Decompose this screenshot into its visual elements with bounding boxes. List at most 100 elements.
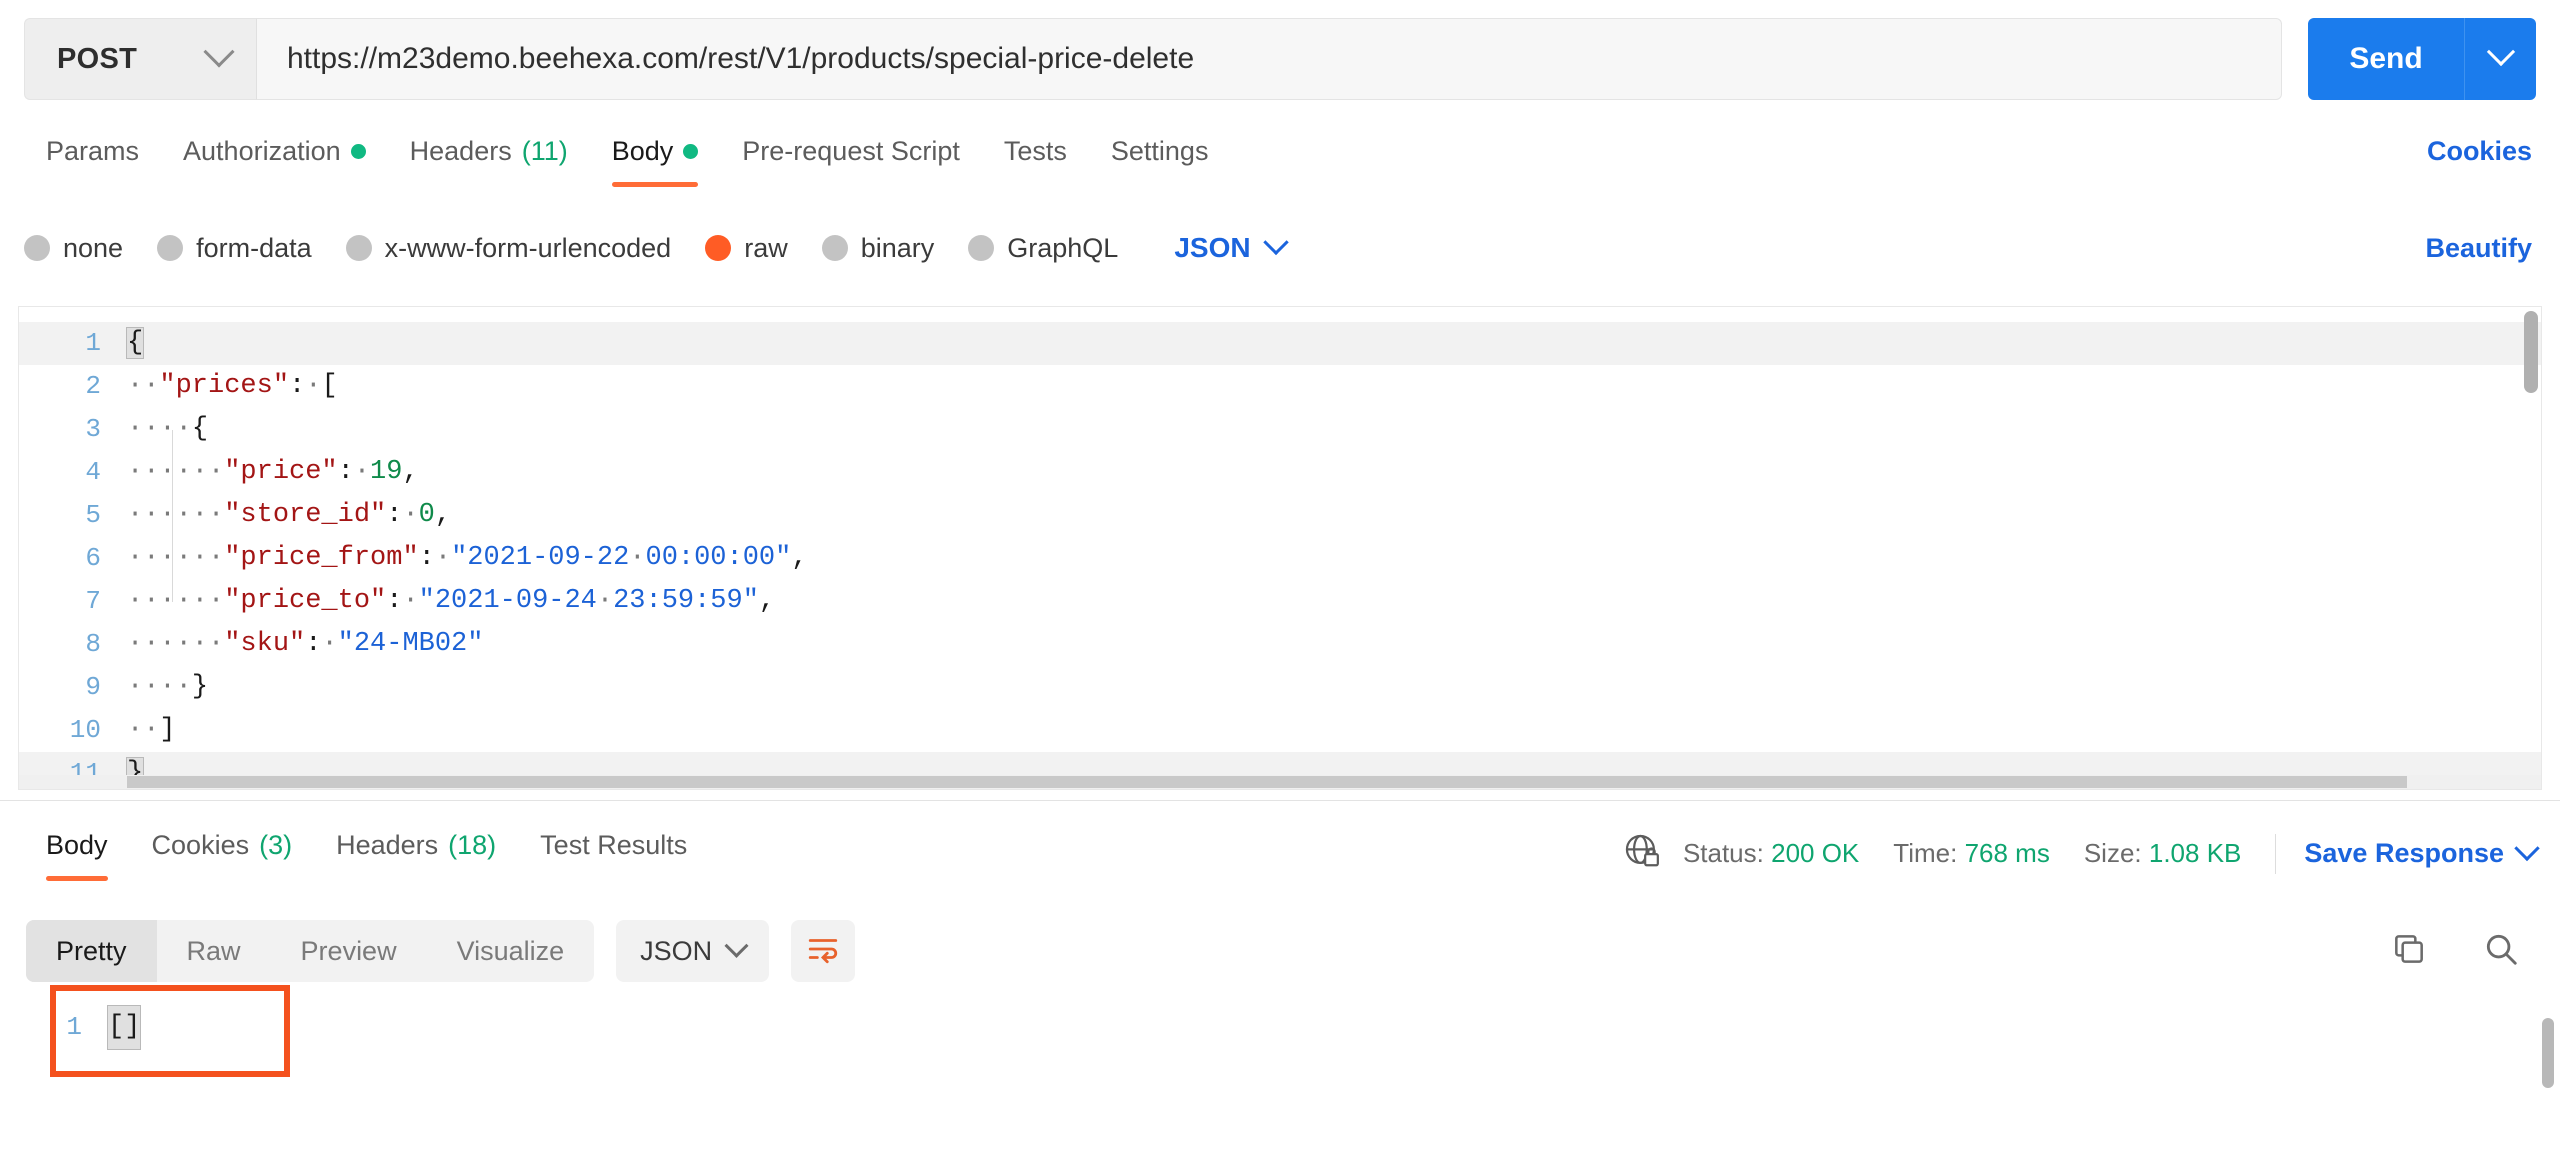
cookies-link[interactable]: Cookies: [2423, 118, 2536, 185]
status-text: Status: 200 OK: [1683, 838, 1859, 869]
line-number: 6: [85, 543, 101, 573]
chevron-down-icon: [2486, 37, 2515, 67]
body-type-x-www-form-urlencoded[interactable]: x-www-form-urlencoded: [345, 232, 672, 264]
send-options-button[interactable]: [2464, 18, 2536, 100]
status-label: Status:: [1682, 838, 1764, 868]
body-type-label: x-www-form-urlencoded: [384, 232, 672, 263]
body-type-row: none form-data x-www-form-urlencoded raw…: [0, 202, 2560, 294]
response-format-select[interactable]: JSON: [616, 920, 770, 982]
raw-format-select[interactable]: JSON: [1174, 229, 1289, 264]
tab-count: (3): [259, 830, 293, 860]
response-tab-headers[interactable]: Headers (18): [314, 812, 518, 887]
code-line[interactable]: 6 ······"price_from":·"2021-09-22·00:00:…: [19, 537, 2541, 580]
save-response-button[interactable]: Save Response: [2304, 835, 2540, 869]
time-text: Time: 768 ms: [1893, 838, 2050, 869]
radio-icon: [345, 235, 372, 261]
status-value: 200 OK: [1771, 838, 1860, 868]
response-tabs: Body Cookies (3) Headers (18) Test Resul…: [0, 812, 2560, 898]
response-status-group: Status: 200 OK Time: 768 ms Size: 1.08 K…: [1623, 812, 2540, 875]
code-line[interactable]: 9 ····}: [19, 666, 2541, 709]
tab-label: Body: [46, 830, 108, 860]
tab-label: Params: [46, 136, 140, 166]
body-type-binary[interactable]: binary: [821, 233, 934, 264]
tab-tests[interactable]: Tests: [982, 118, 1089, 193]
body-type-form-data[interactable]: form-data: [157, 233, 312, 264]
tab-label: Headers: [336, 830, 439, 860]
request-url-input[interactable]: https://m23demo.beehexa.com/rest/V1/prod…: [256, 18, 2282, 100]
tab-headers[interactable]: Headers (11): [388, 118, 590, 193]
line-content: ··]: [127, 715, 176, 745]
body-type-none[interactable]: none: [24, 233, 123, 264]
view-mode-preview[interactable]: Preview: [271, 920, 427, 982]
panel-divider: [0, 800, 2560, 801]
status-dot-icon: [350, 144, 366, 159]
send-button[interactable]: Send: [2308, 18, 2464, 100]
word-wrap-button[interactable]: [791, 920, 856, 982]
body-type-graphql[interactable]: GraphQL: [968, 233, 1118, 264]
body-type-raw[interactable]: raw: [705, 233, 788, 264]
code-line[interactable]: 7 ······"price_to":·"2021-09-24·23:59:59…: [19, 580, 2541, 623]
tab-body[interactable]: Body: [590, 118, 721, 193]
status-dot-icon: [683, 144, 699, 159]
request-body-editor[interactable]: 1 { 2 ··"prices":·[ 3 ····{ 4 ······"pri…: [18, 306, 2542, 790]
send-button-group: Send: [2308, 18, 2536, 100]
request-url-bar: POST https://m23demo.beehexa.com/rest/V1…: [0, 0, 2560, 118]
size-label: Size:: [2083, 838, 2142, 868]
search-icon: [2482, 930, 2520, 973]
tab-count: (11): [521, 136, 568, 166]
response-body-viewer[interactable]: 1 []: [0, 992, 2560, 1149]
search-button[interactable]: [2482, 930, 2520, 973]
http-method-select[interactable]: POST: [24, 18, 256, 100]
body-type-label: form-data: [196, 232, 312, 263]
body-type-label: raw: [744, 232, 788, 263]
tab-label: Headers: [409, 136, 512, 166]
radio-selected-icon: [705, 235, 732, 261]
code-line[interactable]: 1 {: [19, 322, 2541, 365]
view-mode-visualize[interactable]: Visualize: [427, 920, 595, 982]
copy-icon: [2390, 930, 2428, 973]
tab-label: Cookies: [151, 830, 250, 860]
response-vertical-scrollbar[interactable]: [2542, 1018, 2554, 1088]
line-number: 8: [85, 629, 101, 659]
code-line[interactable]: 10 ··]: [19, 709, 2541, 752]
tab-label: Settings: [1110, 136, 1209, 166]
beautify-link[interactable]: Beautify: [2421, 215, 2536, 282]
view-mode-pretty[interactable]: Pretty: [26, 920, 157, 982]
secure-globe-icon: [1623, 832, 1661, 875]
chevron-down-icon: [203, 36, 235, 68]
response-tab-cookies[interactable]: Cookies (3): [130, 812, 315, 887]
size-text: Size: 1.08 KB: [2084, 838, 2242, 869]
tab-label: Tests: [1003, 136, 1067, 166]
line-number: 1: [66, 1012, 82, 1042]
code-line[interactable]: 3 ····{: [19, 408, 2541, 451]
line-content: ··"prices":·[: [127, 371, 338, 401]
tab-label: Pre-request Script: [742, 136, 960, 166]
editor-code-area[interactable]: 1 { 2 ··"prices":·[ 3 ····{ 4 ······"pri…: [19, 307, 2541, 789]
copy-button[interactable]: [2390, 930, 2428, 973]
radio-icon: [968, 235, 995, 261]
code-line[interactable]: 5 ······"store_id":·0,: [19, 494, 2541, 537]
radio-icon: [821, 235, 848, 261]
code-line[interactable]: 8 ······"sku":·"24-MB02": [19, 623, 2541, 666]
radio-icon: [24, 235, 50, 261]
code-line[interactable]: 4 ······"price":·19,: [19, 451, 2541, 494]
code-line[interactable]: 2 ··"prices":·[: [19, 365, 2541, 408]
line-content: ······"store_id":·0,: [127, 500, 452, 530]
line-number: 3: [85, 414, 101, 444]
line-content: ······"price":·19,: [127, 457, 419, 487]
tab-settings[interactable]: Settings: [1089, 118, 1231, 193]
tab-pre-request-script[interactable]: Pre-request Script: [720, 118, 982, 193]
view-mode-raw[interactable]: Raw: [157, 920, 271, 982]
response-tab-body[interactable]: Body: [24, 812, 130, 887]
tab-authorization[interactable]: Authorization: [161, 118, 388, 193]
tab-params[interactable]: Params: [24, 118, 161, 193]
editor-vertical-scrollbar[interactable]: [2524, 311, 2538, 393]
chevron-down-icon: [2514, 835, 2540, 861]
editor-horizontal-scrollbar[interactable]: [127, 776, 2407, 788]
raw-format-label: JSON: [1174, 232, 1251, 263]
line-content: ······"price_to":·"2021-09-24·23:59:59",: [127, 586, 776, 616]
line-number: 9: [85, 672, 101, 702]
response-tab-test-results[interactable]: Test Results: [518, 812, 709, 887]
chevron-down-icon: [1262, 229, 1289, 256]
line-content: ····{: [127, 414, 209, 444]
